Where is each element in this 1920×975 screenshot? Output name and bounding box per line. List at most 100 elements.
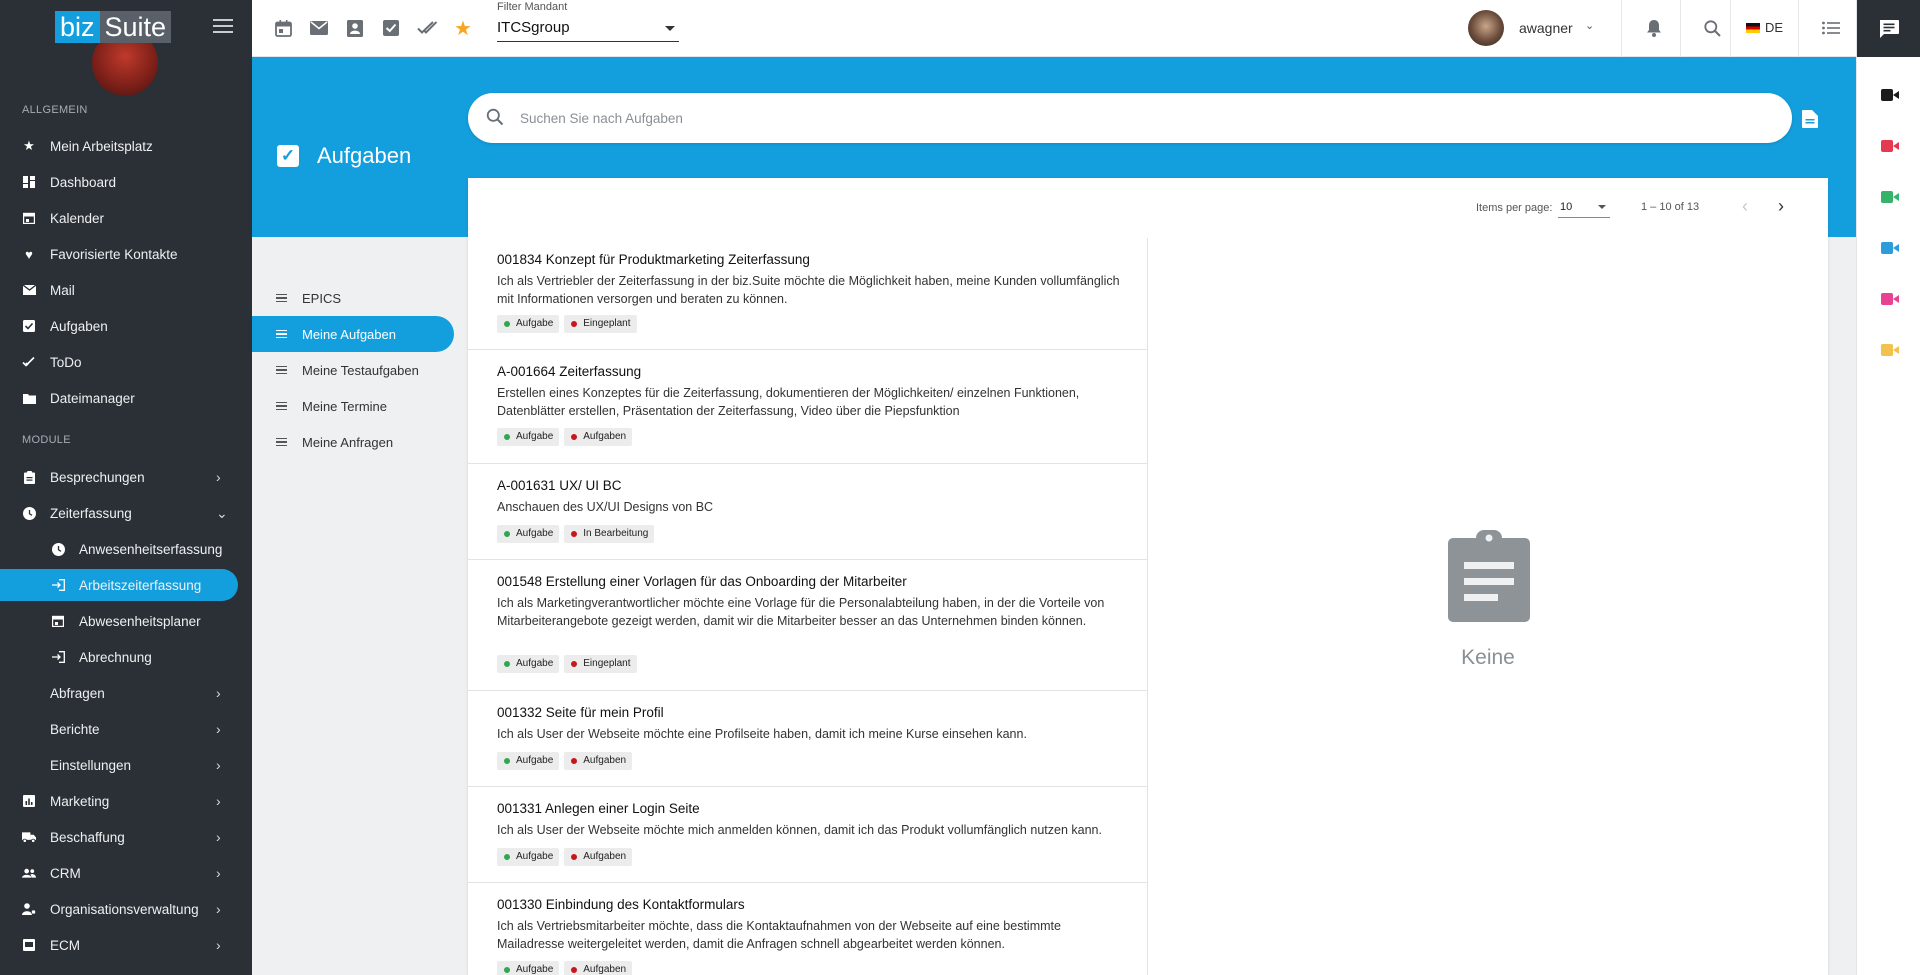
list-lines-icon — [276, 437, 287, 447]
sidebar-item-label: Organisationsverwaltung — [50, 901, 199, 917]
sidebar-item-besprechungen[interactable]: Besprechungen › — [0, 461, 252, 493]
sidebar-item-mein-arbeitsplatz[interactable]: ★ Mein Arbeitsplatz — [0, 130, 252, 162]
sidebar-item-dashboard[interactable]: Dashboard — [0, 166, 252, 198]
task-tags: Aufgabe Aufgaben — [497, 848, 637, 866]
subnav-item-meine-aufgaben[interactable]: Meine Aufgaben — [252, 316, 454, 352]
sidebar-item-mail[interactable]: Mail — [0, 274, 252, 306]
search-input[interactable] — [520, 93, 1760, 143]
user-avatar[interactable] — [1468, 10, 1504, 46]
video-call-icon[interactable] — [1881, 191, 1899, 203]
task-status-text: Eingeplant — [583, 318, 631, 329]
task-item[interactable]: 001548 Erstellung einer Vorlagen für das… — [468, 560, 1147, 691]
task-description: Ich als User der Webseite möchte mich an… — [497, 823, 1102, 837]
filter-mandant-select[interactable]: ITCSgroup — [497, 16, 679, 42]
chevron-down-icon[interactable]: ⌄ — [1585, 19, 1594, 32]
video-call-icon[interactable] — [1881, 140, 1899, 152]
task-item[interactable]: 001331 Anlegen einer Login Seite Ich als… — [468, 787, 1147, 883]
previous-page-button[interactable]: ‹ — [1733, 194, 1757, 218]
list-icon[interactable] — [1820, 17, 1842, 39]
sidebar-item-abfragen[interactable]: Abfragen › — [0, 677, 252, 709]
sidebar-item-abrechnung[interactable]: Abrechnung — [0, 641, 252, 673]
sidebar-item-crm[interactable]: CRM › — [0, 857, 252, 889]
contact-icon[interactable] — [344, 17, 366, 39]
filter-mandant-label: Filter Mandant — [497, 1, 568, 13]
sidebar-item-berichte[interactable]: Berichte › — [0, 713, 252, 745]
sidebar-item-organisationsverwaltung[interactable]: Organisationsverwaltung › — [0, 893, 252, 925]
task-item[interactable]: A-001631 UX/ UI BC Anschauen des UX/UI D… — [468, 464, 1147, 560]
video-call-icon[interactable] — [1881, 344, 1899, 356]
video-body — [1881, 293, 1893, 305]
sidebar-item-arbeitszeiterfassung[interactable]: Arbeitszeiterfassung — [0, 569, 238, 601]
right-rail — [1856, 0, 1920, 975]
page-title-text: Aufgaben — [317, 143, 412, 168]
sidebar-item-abwesenheitsplaner[interactable]: Abwesenheitsplaner — [0, 605, 252, 637]
topbar-divider — [1730, 0, 1731, 57]
task-title: A-001664 Zeiterfassung — [497, 364, 642, 379]
language-code: DE — [1765, 20, 1784, 35]
sidebar-item-dateimanager[interactable]: Dateimanager — [0, 382, 252, 414]
mail-icon[interactable] — [308, 17, 330, 39]
sidebar-item-favorisierte-kontakte[interactable]: ♥ Favorisierte Kontakte — [0, 238, 252, 270]
sidebar-item-aufgaben[interactable]: Aufgaben — [0, 310, 252, 342]
sidebar-item-einstellungen[interactable]: Einstellungen › — [0, 749, 252, 781]
sidebar-item-label: Mein Arbeitsplatz — [50, 138, 153, 154]
search-icon — [486, 108, 504, 126]
task-status-text: Aufgaben — [583, 431, 627, 442]
subnav-item-meine-anfragen[interactable]: Meine Anfragen — [252, 424, 454, 460]
chevron-right-icon: › — [216, 793, 221, 809]
subnav-label: Meine Anfragen — [302, 434, 394, 450]
star-icon[interactable]: ★ — [452, 17, 474, 40]
items-per-page-value: 10 — [1560, 201, 1573, 213]
sidebar-item-anwesenheitserfassung[interactable]: Anwesenheitserfassung — [0, 533, 252, 565]
sidebar-item-zeiterfassung[interactable]: Zeiterfassung ⌄ — [0, 497, 252, 529]
sidebar-item-label: Besprechungen — [50, 469, 145, 485]
video-lens — [1893, 346, 1899, 354]
subnav-item-meine-termine[interactable]: Meine Termine — [252, 388, 454, 424]
task-type-tag: Aufgabe — [497, 525, 560, 543]
bell-icon[interactable] — [1643, 17, 1665, 39]
sidebar-item-label: Dateimanager — [50, 390, 135, 406]
subnav-item-epics[interactable]: EPICS — [252, 280, 454, 316]
task-item[interactable]: 001834 Konzept für Produktmarketing Zeit… — [468, 238, 1147, 350]
status-dot-icon — [571, 531, 578, 537]
status-dot-icon — [571, 854, 578, 860]
menu-toggle-icon[interactable] — [213, 19, 233, 35]
app-logo[interactable]: biz Suite — [55, 11, 172, 43]
sidebar-item-beschaffung[interactable]: Beschaffung › — [0, 821, 252, 853]
subnav-item-meine-testaufgaben[interactable]: Meine Testaufgaben — [252, 352, 454, 388]
chat-icon[interactable] — [1857, 0, 1920, 57]
document-icon[interactable] — [1802, 110, 1818, 128]
video-call-icon[interactable] — [1881, 89, 1899, 101]
username[interactable]: awagner — [1519, 20, 1573, 36]
sidebar-item-ecm[interactable]: ECM › — [0, 929, 252, 961]
task-status-tag: Eingeplant — [564, 655, 637, 673]
checkbox-icon[interactable] — [380, 17, 402, 39]
sidebar-item-marketing[interactable]: Marketing › — [0, 785, 252, 817]
task-status-tag: Aufgaben — [564, 848, 633, 866]
page-range: 1 – 10 of 13 — [1641, 201, 1700, 213]
task-type-text: Aufgabe — [516, 851, 554, 862]
items-per-page-select[interactable]: 10 — [1558, 198, 1610, 218]
calendar-icon[interactable] — [272, 17, 294, 39]
sidebar-item-label: ToDo — [50, 354, 82, 370]
video-call-icon[interactable] — [1881, 242, 1899, 254]
next-page-button[interactable]: › — [1769, 194, 1793, 218]
task-item[interactable]: 001330 Einbindung des Kontaktformulars I… — [468, 883, 1147, 975]
status-dot-icon — [504, 434, 510, 440]
task-title: A-001631 UX/ UI BC — [497, 478, 622, 493]
video-call-icon[interactable] — [1881, 293, 1899, 305]
empty-state-text: Keine — [1461, 646, 1515, 669]
sidebar-item-todo[interactable]: ToDo — [0, 346, 252, 378]
subnav-label: Meine Termine — [302, 398, 388, 414]
items-per-page-label: Items per page: — [1476, 202, 1553, 214]
language-switch[interactable]: DE — [1746, 20, 1783, 35]
folder-icon — [22, 391, 36, 405]
status-dot-icon — [571, 661, 578, 667]
task-search[interactable] — [468, 93, 1792, 143]
sidebar-item-kalender[interactable]: Kalender — [0, 202, 252, 234]
double-check-icon[interactable] — [416, 17, 438, 39]
search-icon[interactable] — [1701, 17, 1723, 39]
task-status-text: Eingeplant — [583, 658, 631, 669]
task-item[interactable]: A-001664 Zeiterfassung Erstellen eines K… — [468, 350, 1147, 464]
task-item[interactable]: 001332 Seite für mein Profil Ich als Use… — [468, 691, 1147, 787]
